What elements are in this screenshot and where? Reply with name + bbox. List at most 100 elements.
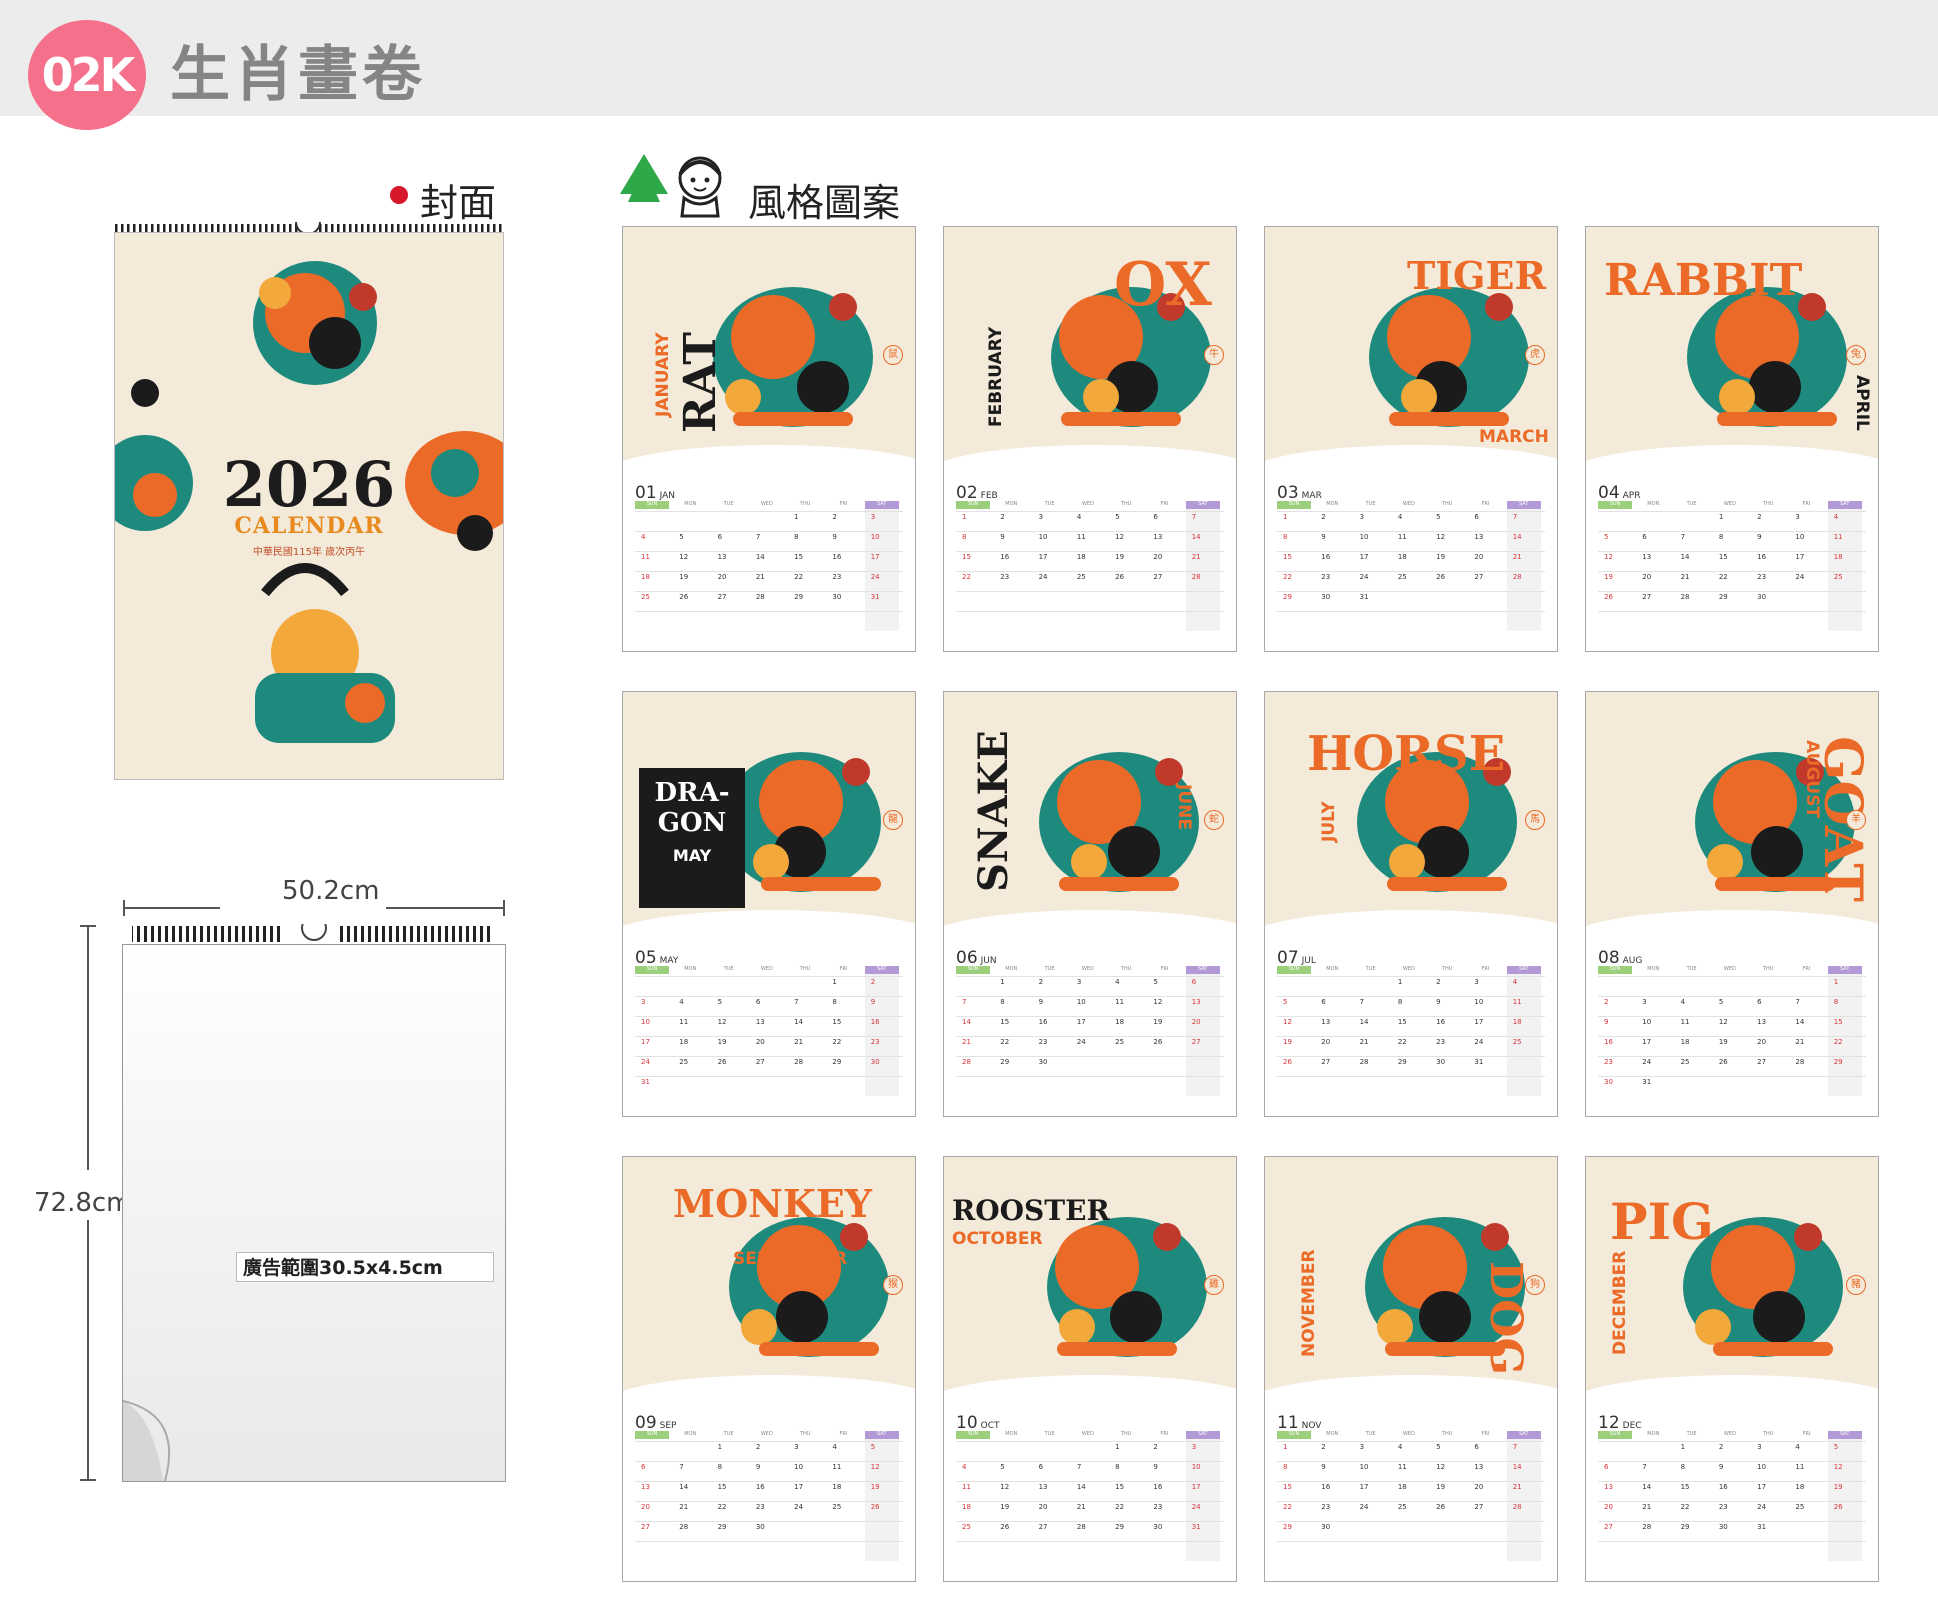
- calendar-day: 12: [1000, 1483, 1010, 1491]
- calendar-day: 13: [1474, 1463, 1484, 1471]
- calendar-week-row: [1598, 591, 1866, 611]
- calendar-day: 7: [1512, 1443, 1518, 1451]
- calendar-week-row: [1277, 1056, 1545, 1076]
- calendar-week-row: [635, 1541, 903, 1561]
- weekday-header: FRI: [1160, 1431, 1169, 1437]
- calendar-grid: SUN MON TUE WED THU FRI SAT 1 2 3 4 5 6 7 8 9 10 11 12 13 14…: [956, 1431, 1224, 1561]
- calendar-day: 12: [1604, 553, 1613, 561]
- calendar-day: 30: [832, 593, 842, 601]
- calendar-day: 9: [832, 533, 837, 541]
- calendar-day: 3: [641, 998, 646, 1006]
- calendar-day: 21: [1512, 553, 1522, 561]
- month-number: 10: [956, 1413, 978, 1433]
- month-artwork: ROOSTER OCTOBER 雞: [944, 1157, 1236, 1397]
- weekday-header: FRI: [839, 1431, 848, 1437]
- month-name: APRIL: [1852, 375, 1872, 431]
- calendar-day: 3: [1757, 1443, 1762, 1451]
- month-card-aug: GOAT AUGUST 羊 08 AUG SUN MON TUE WED THU FRI SAT 1 2 3…: [1585, 691, 1879, 1117]
- zodiac-animal-name: DOG: [1480, 1261, 1531, 1376]
- calendar-week-row: [1598, 1521, 1866, 1541]
- calendar-day: 7: [679, 1463, 684, 1471]
- calendar-day: 26: [1115, 573, 1125, 581]
- calendar-day: 30: [1436, 1058, 1446, 1066]
- month-number: 07: [1277, 948, 1299, 968]
- calendar-week-row: [956, 571, 1224, 591]
- calendar-day: 31: [870, 593, 880, 601]
- calendar-week-row: [1598, 1036, 1866, 1056]
- calendar-day: 13: [1321, 1018, 1331, 1026]
- calendar-day: 13: [1474, 533, 1484, 541]
- calendar-week-row: [635, 1076, 903, 1096]
- month-card-sep: MONKEY SEPTEMBER 猴 09 SEP SUN MON TUE WED THU FRI S…: [622, 1156, 916, 1582]
- calendar-day: 17: [1359, 1483, 1369, 1491]
- calendar-week-row: [635, 1461, 903, 1481]
- calendar-day: 1: [832, 978, 837, 986]
- calendar-day: 12: [1833, 1463, 1843, 1471]
- calendar-day: 16: [1757, 553, 1767, 561]
- month-card-apr: RABBIT APRIL 兔 04 APR SUN MON TUE WED THU FRI SAT 1 2…: [1585, 226, 1879, 652]
- month-artwork: SNAKE JUNE 蛇: [944, 692, 1236, 932]
- calendar-day: 20: [1474, 553, 1484, 561]
- calendar-day: 25: [1397, 1503, 1407, 1511]
- calendar-day: 4: [1833, 513, 1839, 521]
- calendar-day: 27: [1642, 593, 1652, 601]
- calendar-week-row: [1277, 551, 1545, 571]
- calendar-day: 30: [1038, 1058, 1048, 1066]
- calendar-day: 10: [1191, 1463, 1201, 1471]
- calendar-day: 1: [1718, 513, 1724, 521]
- zodiac-character-seal: 羊: [1846, 810, 1866, 830]
- calendar-day: 29: [1000, 1058, 1010, 1066]
- calendar-day: 3: [1474, 978, 1479, 986]
- calendar-week-row: [1598, 571, 1866, 591]
- product-code-badge: 02K: [28, 20, 146, 130]
- month-name: JULY: [1319, 801, 1339, 842]
- calendar-day: 6: [1604, 1463, 1609, 1471]
- calendar-day: 18: [1512, 1018, 1522, 1026]
- calendar-day: 23: [755, 1503, 765, 1511]
- calendar-day: 22: [717, 1503, 727, 1511]
- calendar-day: 3: [794, 1443, 799, 1451]
- calendar-day: 26: [1153, 1038, 1163, 1046]
- weekday-header: WED: [760, 501, 773, 507]
- calendar-day: 8: [1283, 1463, 1288, 1471]
- calendar-day: 1: [717, 1443, 723, 1451]
- calendar-day: 28: [794, 1058, 804, 1066]
- blank-calendar-board: [122, 944, 506, 1482]
- calendar-day: 1: [1833, 978, 1839, 986]
- weekday-header: MON: [1647, 501, 1660, 507]
- weekday-header: MON: [1326, 501, 1339, 507]
- calendar-day: 31: [641, 1078, 650, 1086]
- calendar-day: 15: [1000, 1018, 1010, 1026]
- calendar-grid: SUN MON TUE WED THU FRI SAT 1 2 3 4 5 6 7 8 9 10 11 12 13 14…: [635, 966, 903, 1096]
- month-artwork: DOG NOVEMBER 狗: [1265, 1157, 1557, 1397]
- page-curl: [123, 1400, 171, 1481]
- calendar-grid: SUN MON TUE WED THU FRI SAT 1 2 3 4 5 6 7 8 9 10 11 12 13 14…: [1598, 501, 1866, 631]
- zodiac-animal-name: RAT: [675, 331, 726, 433]
- weekday-header: SUN: [956, 501, 990, 509]
- weekday-header: FRI: [839, 501, 848, 507]
- calendar-day: 11: [1795, 1463, 1805, 1471]
- calendar-day: 8: [1718, 533, 1724, 541]
- calendar-week-row: [1277, 1521, 1545, 1541]
- calendar-day: 11: [641, 553, 650, 561]
- calendar-week-row: [1598, 1016, 1866, 1036]
- calendar-week-row: [1277, 1016, 1545, 1036]
- calendar-day: 29: [1283, 1523, 1292, 1531]
- calendar-week-row: [1598, 551, 1866, 571]
- weekday-header: SAT: [864, 501, 899, 509]
- calendar-day: 17: [1757, 1483, 1767, 1491]
- calendar-day: 24: [1359, 1503, 1369, 1511]
- calendar-day: 9: [1321, 1463, 1326, 1471]
- calendar-day: 10: [1359, 1463, 1369, 1471]
- cover-section-label: 封面: [420, 181, 497, 225]
- calendar-day: 23: [1000, 573, 1010, 581]
- calendar-week-row: [956, 1521, 1224, 1541]
- weekday-header: TUE: [1044, 1431, 1055, 1437]
- calendar-day: 20: [1757, 1038, 1767, 1046]
- calendar-day: 5: [870, 1443, 876, 1451]
- calendar-week-row: [635, 571, 903, 591]
- calendar-day: 20: [1604, 1503, 1613, 1511]
- calendar-week-row: [1277, 1441, 1545, 1461]
- calendar-day: 3: [1076, 978, 1082, 986]
- month-name: NOVEMBER: [1299, 1249, 1319, 1357]
